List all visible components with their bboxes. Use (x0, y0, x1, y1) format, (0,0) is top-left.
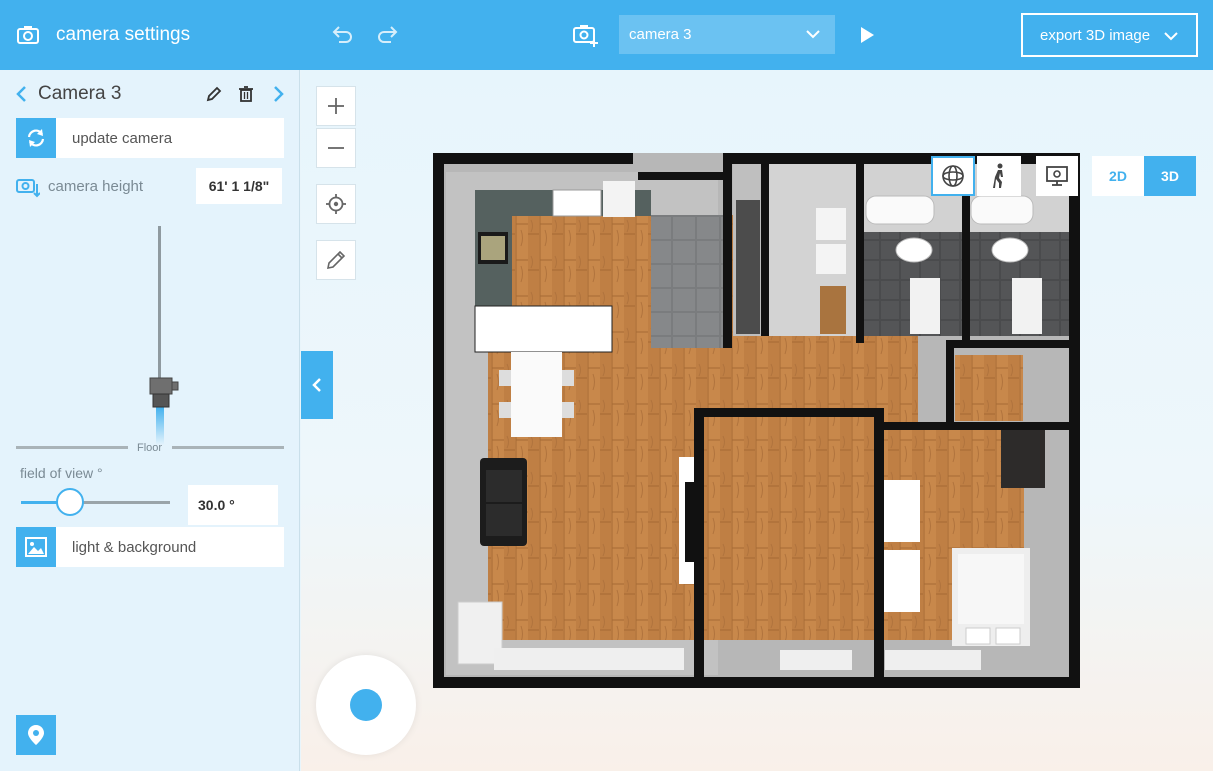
view-3d-button[interactable]: 3D (1144, 156, 1196, 196)
camera-nav-row: Camera 3 (0, 78, 300, 110)
light-background-button[interactable]: light & background (16, 527, 284, 567)
export-label: export 3D image (1040, 26, 1151, 44)
collapse-panel-button[interactable] (301, 351, 333, 419)
zoom-in-button[interactable] (316, 86, 356, 126)
play-button[interactable] (853, 21, 881, 49)
floor-line-left (16, 446, 128, 449)
add-camera-icon (573, 25, 598, 47)
chevron-down-icon (1164, 32, 1178, 41)
render-settings-button[interactable] (1036, 156, 1078, 196)
chevron-down-icon (806, 30, 820, 39)
camera-icon (17, 26, 39, 44)
chevron-left-icon[interactable] (12, 84, 32, 104)
add-camera-button[interactable] (572, 21, 600, 49)
fov-slider[interactable] (21, 488, 170, 516)
camera-height-input[interactable]: 61' 1 1/8" (196, 168, 282, 204)
floor-line-right (172, 446, 284, 449)
export-3d-image-button[interactable]: export 3D image (1021, 13, 1198, 57)
camera-height-icon (16, 179, 40, 198)
trash-icon[interactable] (236, 84, 256, 104)
walk-mode-button[interactable] (977, 156, 1021, 196)
crosshair-icon (326, 194, 346, 214)
camera-select-value: camera 3 (629, 26, 692, 43)
redo-button[interactable] (374, 21, 402, 49)
play-icon (861, 27, 874, 43)
chevron-left-icon (312, 378, 321, 392)
pencil-icon[interactable] (204, 84, 224, 104)
camera-handle-icon[interactable] (146, 374, 180, 448)
camera-settings-panel: camera settings Camera 3 update camera c… (0, 0, 300, 771)
center-view-button[interactable] (316, 184, 356, 224)
top-toolbar: camera 3 export 3D image (300, 0, 1213, 70)
zoom-out-button[interactable] (316, 128, 356, 168)
navigation-joystick[interactable] (316, 655, 416, 755)
walking-person-icon (993, 163, 1003, 188)
undo-button[interactable] (328, 21, 356, 49)
location-pin-icon (28, 725, 44, 745)
floor-label: Floor (137, 442, 163, 454)
fov-slider-handle[interactable] (56, 488, 85, 516)
image-icon (25, 537, 47, 557)
camera-select[interactable]: camera 3 (619, 15, 835, 54)
pencil-icon (326, 250, 346, 270)
camera-height-label: camera height (48, 177, 144, 195)
camera-name: Camera 3 (38, 83, 122, 104)
camera-height-row: camera height 61' 1 1/8" (16, 168, 284, 204)
chevron-right-icon[interactable] (268, 84, 288, 104)
monitor-settings-icon (1046, 166, 1068, 186)
location-button[interactable] (16, 715, 56, 755)
orbit-icon (942, 165, 964, 187)
plus-icon (328, 98, 344, 114)
redo-icon (378, 26, 398, 43)
update-camera-label: update camera (72, 129, 173, 147)
minus-icon (328, 147, 344, 149)
joystick-knob[interactable] (350, 689, 382, 721)
view-2d-button[interactable]: 2D (1092, 156, 1144, 196)
panel-title: camera settings (56, 24, 191, 45)
update-camera-button[interactable]: update camera (16, 118, 284, 158)
fov-label: field of view ° (20, 465, 103, 481)
fov-input[interactable]: 30.0 ° (188, 485, 278, 525)
update-icon-box (16, 118, 56, 158)
undo-icon (332, 26, 352, 43)
3d-viewport[interactable]: 2D 3D (301, 70, 1213, 771)
height-slider-track[interactable] (158, 226, 161, 386)
light-background-label: light & background (72, 538, 197, 556)
orbit-mode-button[interactable] (931, 156, 975, 196)
edit-button[interactable] (316, 240, 356, 280)
light-icon-box (16, 527, 56, 567)
panel-header: camera settings (0, 0, 300, 70)
refresh-icon (27, 129, 45, 147)
